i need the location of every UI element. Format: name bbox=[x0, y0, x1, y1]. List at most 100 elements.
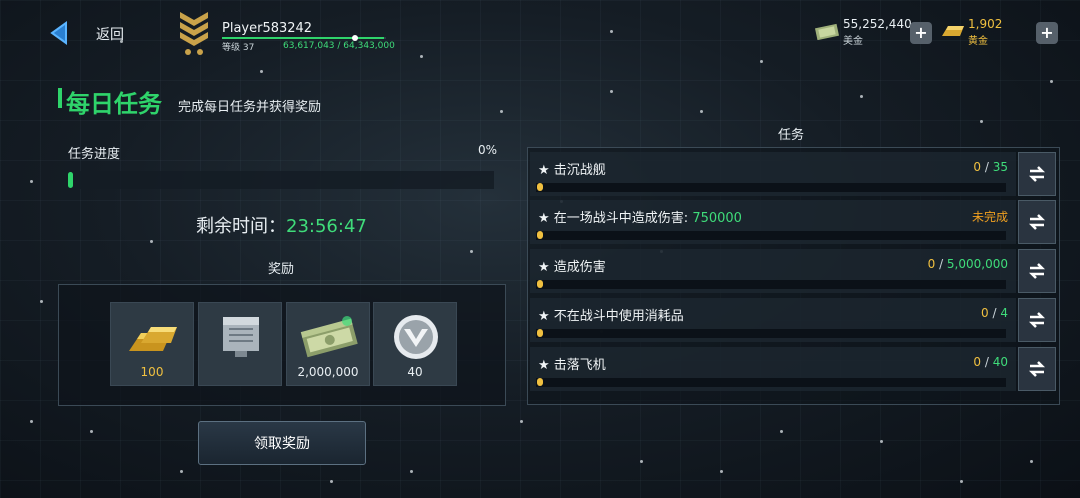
task-name: ★ 击沉战舰 bbox=[538, 163, 606, 178]
star bbox=[500, 110, 503, 113]
star bbox=[640, 460, 643, 463]
star bbox=[610, 90, 613, 93]
refresh-icon bbox=[1028, 263, 1046, 279]
progress-label: 任务进度 bbox=[68, 147, 121, 162]
gold-value: 1,902 bbox=[968, 17, 1003, 31]
task-row: ★ 击落飞机 0 / 40 bbox=[530, 347, 1016, 391]
refresh-task-button[interactable] bbox=[1018, 200, 1056, 244]
back-arrow-icon bbox=[50, 21, 67, 45]
silver-emblem-icon bbox=[394, 315, 438, 359]
star bbox=[410, 470, 413, 473]
gold-icon bbox=[940, 22, 966, 40]
star bbox=[860, 95, 863, 98]
cash-icon bbox=[814, 22, 840, 41]
refresh-icon bbox=[1028, 312, 1046, 328]
star bbox=[30, 420, 33, 423]
tasks-heading: 任务 bbox=[778, 128, 805, 143]
reward-value: 2,000,000 bbox=[297, 365, 359, 379]
refresh-task-button[interactable] bbox=[1018, 347, 1056, 391]
back-label[interactable]: 返回 bbox=[96, 24, 124, 44]
task-name: ★ 造成伤害 bbox=[538, 260, 606, 275]
page-subtitle: 完成每日任务并获得奖励 bbox=[178, 100, 322, 115]
add-gold-button[interactable]: + bbox=[1036, 22, 1058, 44]
star bbox=[40, 300, 43, 303]
player-name: Player583242 bbox=[222, 21, 313, 36]
star bbox=[960, 480, 963, 483]
task-row: ★ 不在战斗中使用消耗品 0 / 4 bbox=[530, 298, 1016, 342]
reward-card-gold[interactable]: 100 bbox=[110, 302, 194, 386]
progress-fill bbox=[68, 172, 73, 188]
star bbox=[780, 430, 783, 433]
reward-value: 40 bbox=[407, 365, 423, 379]
gold-bars-icon bbox=[129, 327, 177, 351]
star bbox=[610, 30, 613, 33]
progress-track bbox=[64, 171, 494, 189]
task-row: ★ 在一场战斗中造成伤害: 750000 未完成 bbox=[530, 200, 1016, 244]
star bbox=[150, 240, 153, 243]
cash-stack-icon bbox=[300, 316, 358, 358]
xp-text: 63,617,043 / 64,343,000 bbox=[283, 41, 395, 51]
star bbox=[1050, 80, 1053, 83]
refresh-task-button[interactable] bbox=[1018, 152, 1056, 196]
title-accent bbox=[58, 88, 62, 108]
task-progress-marker bbox=[537, 183, 543, 191]
task-progress-marker bbox=[537, 378, 543, 386]
star bbox=[30, 180, 33, 183]
remaining-label: 剩余时间： bbox=[196, 216, 286, 237]
xp-bar bbox=[222, 37, 386, 39]
star bbox=[700, 110, 703, 113]
star bbox=[330, 480, 333, 483]
task-row: ★ 造成伤害 0 / 5,000,000 bbox=[530, 249, 1016, 293]
refresh-task-button[interactable] bbox=[1018, 298, 1056, 342]
star bbox=[1030, 460, 1033, 463]
refresh-task-button[interactable] bbox=[1018, 249, 1056, 293]
progress-percent: 0% bbox=[478, 143, 498, 157]
reward-card-cash[interactable]: 2,000,000 bbox=[286, 302, 370, 386]
task-row: ★ 击沉战舰 0 / 35 bbox=[530, 152, 1016, 196]
star bbox=[720, 470, 723, 473]
refresh-icon bbox=[1028, 166, 1046, 182]
task-progress-marker bbox=[537, 280, 543, 288]
star bbox=[180, 470, 183, 473]
refresh-icon bbox=[1028, 214, 1046, 230]
rank-insignia-icon bbox=[176, 10, 212, 58]
add-cash-button[interactable]: + bbox=[910, 22, 932, 44]
star bbox=[470, 250, 473, 253]
cash-label: 美金 bbox=[843, 36, 863, 47]
refresh-icon bbox=[1028, 361, 1046, 377]
task-progress-marker bbox=[537, 231, 543, 239]
remaining-time: 剩余时间：23:56:47 bbox=[196, 212, 367, 238]
task-progress: 0 / 35 bbox=[973, 160, 1008, 174]
task-name: ★ 击落飞机 bbox=[538, 358, 606, 373]
equipment-module-icon bbox=[223, 317, 259, 357]
task-progress-track bbox=[536, 183, 1006, 192]
task-name: ★ 不在战斗中使用消耗品 bbox=[538, 309, 684, 324]
reward-value: 100 bbox=[140, 365, 164, 379]
task-progress: 0 / 5,000,000 bbox=[927, 257, 1008, 271]
level-label: 等级 37 bbox=[222, 43, 255, 53]
task-progress: 0 / 40 bbox=[973, 355, 1008, 369]
task-progress-track bbox=[536, 231, 1006, 240]
gold-label: 黄金 bbox=[968, 36, 988, 47]
star bbox=[260, 70, 263, 73]
task-progress-track bbox=[536, 280, 1006, 289]
xp-bar-fill bbox=[222, 37, 385, 39]
reward-card-equipment[interactable] bbox=[198, 302, 282, 386]
page-title: 每日任务 bbox=[66, 90, 162, 118]
star bbox=[90, 430, 93, 433]
back-button[interactable] bbox=[44, 18, 74, 48]
star bbox=[760, 60, 763, 63]
star bbox=[520, 420, 523, 423]
star bbox=[880, 440, 883, 443]
task-progress-track bbox=[536, 329, 1006, 338]
task-status: 未完成 bbox=[971, 210, 1008, 224]
claim-reward-button[interactable]: 领取奖励 bbox=[198, 421, 366, 465]
star bbox=[980, 120, 983, 123]
task-name: ★ 在一场战斗中造成伤害: 750000 bbox=[538, 211, 742, 226]
rewards-heading: 奖励 bbox=[268, 262, 295, 277]
star bbox=[420, 55, 423, 58]
task-progress-marker bbox=[537, 329, 543, 337]
task-progress-track bbox=[536, 378, 1006, 387]
remaining-value: 23:56:47 bbox=[286, 216, 367, 237]
reward-card-emblem[interactable]: 40 bbox=[373, 302, 457, 386]
